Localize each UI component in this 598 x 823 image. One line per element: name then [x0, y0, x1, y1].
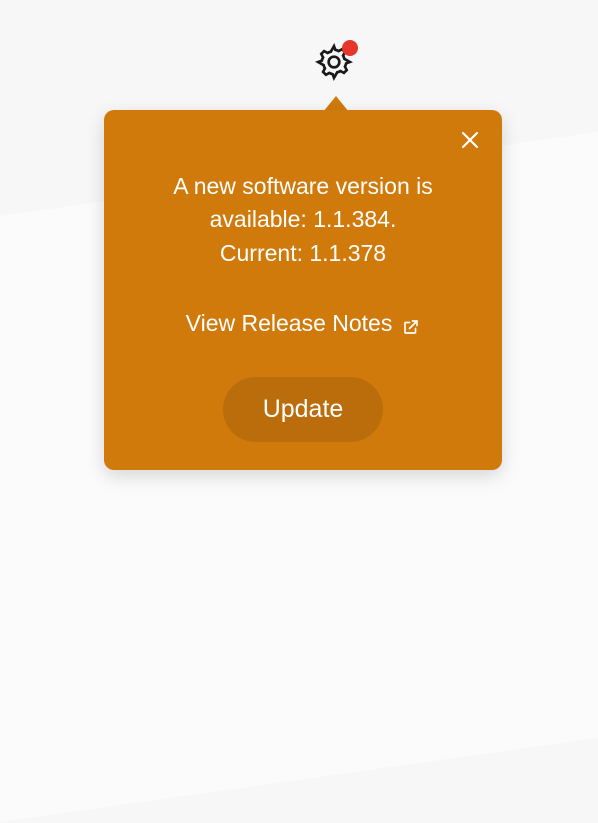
settings-gear[interactable] — [314, 42, 354, 82]
update-button-label: Update — [263, 395, 344, 423]
view-release-notes-link[interactable]: View Release Notes — [132, 310, 474, 337]
external-link-icon — [402, 315, 420, 333]
message-line-3: Current: 1.1.378 — [220, 240, 386, 266]
close-icon — [458, 128, 482, 152]
update-popover: A new software version is available: 1.1… — [104, 110, 502, 470]
update-button[interactable]: Update — [223, 377, 384, 442]
release-notes-label: View Release Notes — [186, 310, 393, 337]
message-line-1: A new software version is — [173, 173, 433, 199]
update-message: A new software version is available: 1.1… — [132, 170, 474, 270]
close-button[interactable] — [458, 128, 482, 152]
notification-dot-icon — [342, 40, 358, 56]
message-line-2: available: 1.1.384. — [210, 206, 397, 232]
